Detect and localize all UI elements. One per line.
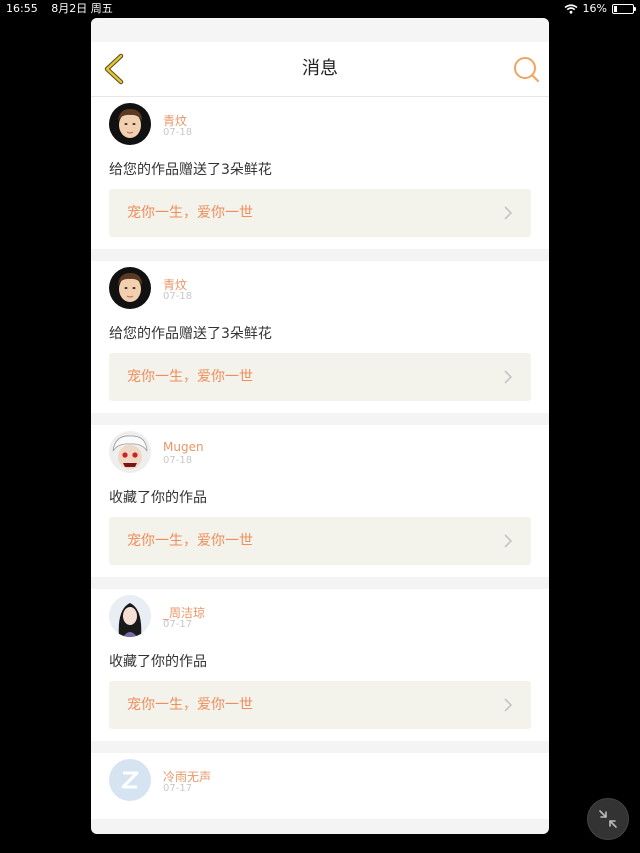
work-link[interactable]: 宠你一生，爱你一世 <box>109 517 531 565</box>
message-text: 给您的作品赠送了3朵鲜花 <box>109 162 272 178</box>
message-date: 07-17 <box>163 619 193 630</box>
message-date: 07-18 <box>163 291 193 302</box>
message-card: 冷雨无声 07-17 <box>91 753 549 819</box>
work-title: 宠你一生，爱你一世 <box>127 533 253 549</box>
page-title: 消息 <box>302 58 338 79</box>
wifi-icon <box>564 4 578 14</box>
avatar[interactable] <box>109 595 151 637</box>
message-date: 07-17 <box>163 783 193 794</box>
collapse-arrows-icon <box>599 810 617 828</box>
work-link[interactable]: 宠你一生，爱你一世 <box>109 189 531 237</box>
work-title: 宠你一生，爱你一世 <box>127 369 253 385</box>
work-title: 宠你一生，爱你一世 <box>127 205 253 221</box>
battery-icon <box>612 4 636 14</box>
message-card: Mugen 07-18 收藏了你的作品 宠你一生，爱你一世 <box>91 425 549 577</box>
message-card: _周洁琼 07-17 收藏了你的作品 宠你一生，爱你一世 <box>91 589 549 741</box>
message-card: 青炆 07-18 给您的作品赠送了3朵鲜花 宠你一生，爱你一世 <box>91 97 549 249</box>
message-card: 青炆 07-18 给您的作品赠送了3朵鲜花 宠你一生，爱你一世 <box>91 261 549 413</box>
search-icon[interactable] <box>511 54 541 84</box>
status-date: 8月2日 周五 <box>51 2 113 15</box>
message-date: 07-18 <box>163 127 193 138</box>
avatar[interactable] <box>109 267 151 309</box>
avatar[interactable] <box>109 103 151 145</box>
work-link[interactable]: 宠你一生，爱你一世 <box>109 353 531 401</box>
chevron-right-icon <box>504 206 513 220</box>
message-text: 收藏了你的作品 <box>109 490 207 506</box>
chevron-right-icon <box>504 698 513 712</box>
status-bar: 16:55 8月2日 周五 16% <box>0 0 640 18</box>
default-avatar-icon[interactable] <box>109 759 151 801</box>
work-title: 宠你一生，爱你一世 <box>127 697 253 713</box>
message-date: 07-18 <box>163 455 193 466</box>
work-link[interactable]: 宠你一生，爱你一世 <box>109 681 531 729</box>
message-text: 收藏了你的作品 <box>109 654 207 670</box>
top-spacer <box>91 18 549 42</box>
username[interactable]: Mugen <box>163 440 204 454</box>
message-text: 给您的作品赠送了3朵鲜花 <box>109 326 272 342</box>
chevron-right-icon <box>504 534 513 548</box>
status-time: 16:55 <box>6 2 38 15</box>
chevron-right-icon <box>504 370 513 384</box>
battery-percent: 16% <box>582 2 607 15</box>
app-window: 消息 青炆 07-18 给您的作品赠送了3朵鲜花 宠你一生，爱你一世 青炆 07… <box>91 18 549 834</box>
avatar[interactable] <box>109 431 151 473</box>
nav-bar: 消息 <box>91 42 549 97</box>
message-list[interactable]: 青炆 07-18 给您的作品赠送了3朵鲜花 宠你一生，爱你一世 青炆 07-18… <box>91 97 549 819</box>
collapse-button[interactable] <box>587 798 629 840</box>
